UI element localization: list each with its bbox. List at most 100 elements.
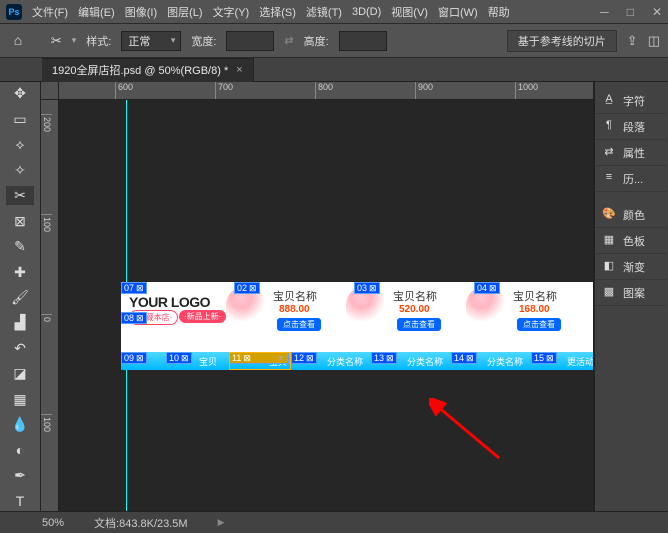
slice-tag[interactable]: 02⊠: [234, 282, 260, 294]
nav-strip: 宝贝 宝贝 分类名称 分类名称 分类名称 更活动: [121, 352, 594, 370]
product-button: 点击查看: [517, 318, 561, 331]
status-flyout-icon[interactable]: ▶: [218, 517, 225, 528]
gradient-icon: ◧: [601, 259, 617, 275]
menu-help[interactable]: 帮助: [488, 4, 510, 20]
slice-tag[interactable]: 08⊠: [121, 312, 147, 324]
logo-text: YOUR LOGO: [129, 294, 210, 310]
share-icon[interactable]: ⇪: [627, 33, 638, 49]
slice-tag[interactable]: 04⊠: [474, 282, 500, 294]
move-tool[interactable]: ✥: [6, 84, 34, 103]
paragraph-icon: ¶: [601, 119, 617, 135]
width-label: 宽度:: [191, 33, 216, 49]
tool-preset-chevron-icon[interactable]: ▾: [72, 35, 77, 46]
slice-tag[interactable]: 03⊠: [354, 282, 380, 294]
product-price: 168.00: [519, 304, 550, 315]
menu-edit[interactable]: 编辑(E): [78, 4, 115, 20]
document-tab[interactable]: 1920全屏店招.psd @ 50%(RGB/8) * ×: [42, 58, 254, 82]
document-tabbar: 1920全屏店招.psd @ 50%(RGB/8) * ×: [0, 58, 668, 82]
product-title: 宝贝名称: [513, 288, 557, 304]
history-brush-tool[interactable]: ↶: [6, 339, 34, 358]
home-icon[interactable]: ⌂: [8, 32, 28, 50]
panel-color[interactable]: 🎨颜色: [595, 202, 667, 228]
gradient-tool[interactable]: ▦: [6, 390, 34, 409]
swatches-icon: ▦: [601, 233, 617, 249]
height-label: 高度:: [304, 33, 329, 49]
blur-tool[interactable]: 💧: [6, 415, 34, 434]
product-title: 宝贝名称: [273, 288, 317, 304]
ruler-horizontal[interactable]: 50060070080090010001100120013001400: [59, 82, 593, 100]
pattern-icon: ▩: [601, 285, 617, 301]
canvas-area: 50060070080090010001100120013001400 3002…: [40, 82, 594, 511]
tools-panel: ✥ ▭ ⟡ ✧ ✂ ⊠ ✎ ✚ 🖌 ▟ ↶ ◪ ▦ 💧 ◐ ✒ T: [0, 82, 40, 511]
doc-size[interactable]: 文档:843.8K/23.5M: [94, 515, 188, 531]
clone-tool[interactable]: ▟: [6, 313, 34, 332]
dodge-tool[interactable]: ◐: [6, 441, 34, 460]
lasso-tool[interactable]: ⟡: [6, 135, 34, 154]
product-button: 点击查看: [277, 318, 321, 331]
healing-tool[interactable]: ✚: [6, 262, 34, 281]
annotation-arrow: [429, 398, 509, 468]
menu-view[interactable]: 视图(V): [391, 4, 428, 20]
slice-tag[interactable]: 12⊠: [291, 352, 317, 364]
marquee-tool[interactable]: ▭: [6, 109, 34, 128]
window-minimize[interactable]: ─: [600, 5, 609, 19]
window-close[interactable]: ✕: [652, 5, 662, 19]
panel-properties[interactable]: ⇄属性: [595, 140, 667, 166]
canvas[interactable]: YOUR LOGO ·新品上新· ·收藏本店· 宝贝名称 888.00 点击查看…: [59, 100, 593, 511]
magic-wand-tool[interactable]: ✧: [6, 160, 34, 179]
panel-paragraph[interactable]: ¶段落: [595, 114, 667, 140]
crop-tool[interactable]: ✂: [6, 186, 34, 205]
workspace-icon[interactable]: ◫: [648, 33, 660, 49]
panel-gradients[interactable]: ◧渐变: [595, 254, 667, 280]
menu-3d[interactable]: 3D(D): [352, 6, 381, 18]
panel-swatches[interactable]: ▦色板: [595, 228, 667, 254]
height-field[interactable]: [339, 31, 387, 51]
product-price: 520.00: [399, 304, 430, 315]
menu-layer[interactable]: 图层(L): [167, 4, 202, 20]
ruler-corner: [41, 82, 59, 100]
slice-tool-icon[interactable]: ✂: [51, 33, 62, 49]
slice-tag[interactable]: 10⊠: [166, 352, 192, 364]
pen-tool[interactable]: ✒: [6, 466, 34, 485]
zoom-level[interactable]: 50%: [42, 517, 64, 529]
product-button: 点击查看: [397, 318, 441, 331]
character-icon: A̲: [601, 93, 617, 109]
menu-filter[interactable]: 滤镜(T): [306, 4, 342, 20]
slice-tag[interactable]: 14⊠: [451, 352, 477, 364]
history-icon: ≡: [601, 171, 617, 187]
slice-tag[interactable]: 15⊠: [531, 352, 557, 364]
ruler-vertical[interactable]: 3002001000100200300400: [41, 100, 59, 511]
document-tab-title: 1920全屏店招.psd @ 50%(RGB/8) *: [52, 62, 228, 78]
brush-tool[interactable]: 🖌: [6, 288, 34, 307]
new-badge: ·新品上新·: [179, 310, 226, 323]
eraser-tool[interactable]: ◪: [6, 364, 34, 383]
window-maximize[interactable]: □: [627, 5, 634, 19]
menu-select[interactable]: 选择(S): [259, 4, 296, 20]
frame-tool[interactable]: ⊠: [6, 211, 34, 230]
ps-logo: Ps: [6, 4, 22, 20]
menu-image[interactable]: 图像(I): [125, 4, 157, 20]
menu-window[interactable]: 窗口(W): [438, 4, 478, 20]
menu-file[interactable]: 文件(F): [32, 4, 68, 20]
type-tool[interactable]: T: [6, 492, 34, 511]
options-bar: ⌂ | ✂ ▾ 样式: 正常 宽度: ⇄ 高度: 基于参考线的切片 ⇪ ◫: [0, 24, 668, 58]
slice-tag[interactable]: 07⊠: [121, 282, 147, 294]
product-title: 宝贝名称: [393, 288, 437, 304]
slice-tag[interactable]: 09⊠: [121, 352, 147, 364]
style-select[interactable]: 正常: [121, 31, 181, 51]
menubar: Ps 文件(F) 编辑(E) 图像(I) 图层(L) 文字(Y) 选择(S) 滤…: [0, 0, 668, 24]
slice-from-guides-button[interactable]: 基于参考线的切片: [507, 30, 617, 52]
panel-history[interactable]: ≡历...: [595, 166, 667, 192]
slice-tag[interactable]: 13⊠: [371, 352, 397, 364]
eyedropper-tool[interactable]: ✎: [6, 237, 34, 256]
menu-type[interactable]: 文字(Y): [213, 4, 250, 20]
color-icon: 🎨: [601, 207, 617, 223]
close-tab-icon[interactable]: ×: [236, 64, 242, 76]
product-price: 888.00: [279, 304, 310, 315]
panels-dock: A̲字符 ¶段落 ⇄属性 ≡历... 🎨颜色 ▦色板 ◧渐变 ▩图案: [594, 82, 668, 511]
width-field[interactable]: [226, 31, 274, 51]
panel-character[interactable]: A̲字符: [595, 88, 667, 114]
panel-patterns[interactable]: ▩图案: [595, 280, 667, 306]
properties-icon: ⇄: [601, 145, 617, 161]
status-bar: 50% 文档:843.8K/23.5M ▶: [0, 511, 668, 533]
